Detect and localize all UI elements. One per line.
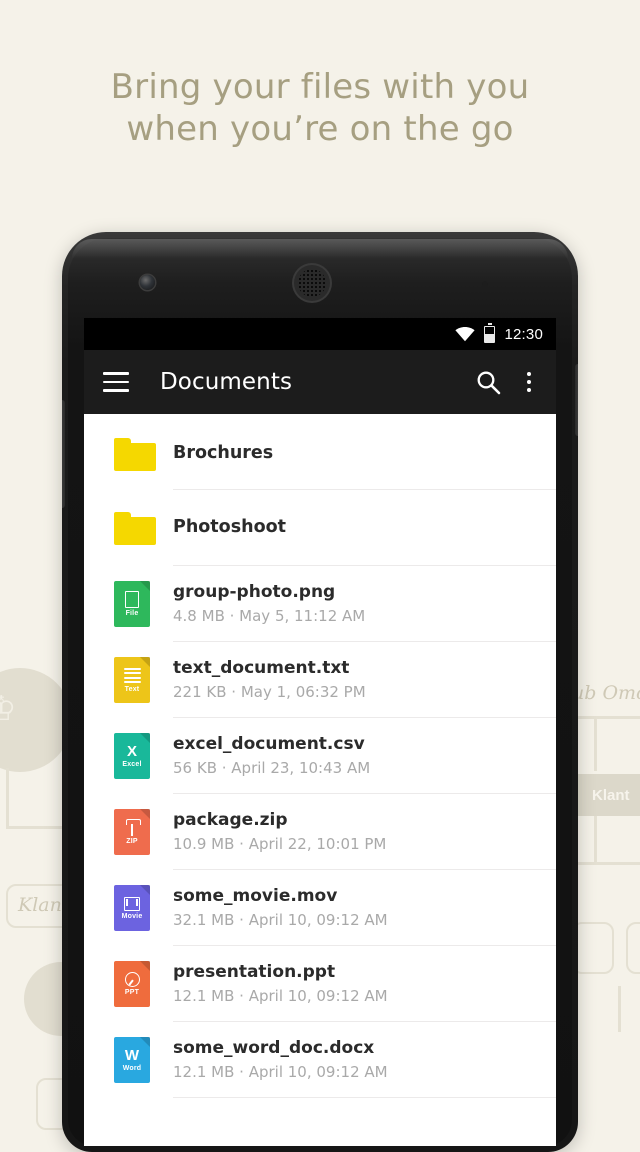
hamburger-menu-icon[interactable] bbox=[103, 372, 129, 392]
phone-bezel-highlight bbox=[72, 239, 568, 265]
list-item[interactable]: Photoshoot bbox=[84, 490, 556, 566]
list-item-text: group-photo.png 4.8 MB · May 5, 11:12 AM bbox=[173, 582, 556, 626]
watermark-connector-line bbox=[6, 826, 64, 829]
list-item-title: text_document.txt bbox=[173, 658, 350, 679]
file-icon-badge: Word bbox=[122, 1065, 142, 1072]
watermark-box bbox=[626, 922, 640, 974]
file-icon-badge: File bbox=[125, 610, 139, 617]
list-item-title: Brochures bbox=[173, 443, 274, 464]
app-bar: Documents bbox=[84, 350, 556, 414]
watermark-connector-line bbox=[6, 768, 9, 828]
excel-letter-glyph: X bbox=[126, 743, 137, 760]
list-item[interactable]: Movie some_movie.mov 32.1 MB · April 10,… bbox=[84, 870, 556, 946]
list-item-title: Photoshoot bbox=[173, 517, 286, 538]
headline-line-1: Bring your files with you bbox=[110, 67, 530, 107]
front-camera-icon bbox=[140, 275, 155, 290]
list-item-meta: 221 KB · May 1, 06:32 PM bbox=[173, 682, 366, 701]
file-icon-badge: ZIP bbox=[126, 838, 138, 845]
list-item[interactable]: ZIP package.zip 10.9 MB · April 22, 10:0… bbox=[84, 794, 556, 870]
list-item[interactable]: Brochures bbox=[84, 414, 556, 490]
list-item-title: some_movie.mov bbox=[173, 886, 338, 907]
list-item[interactable]: Text text_document.txt 221 KB · May 1, 0… bbox=[84, 642, 556, 718]
list-item-text: some_word_doc.docx 12.1 MB · April 10, 0… bbox=[173, 1038, 556, 1082]
proximity-sensor-icon bbox=[482, 281, 488, 287]
watermark-connector-line bbox=[594, 719, 597, 771]
watermark-label-box bbox=[574, 774, 640, 816]
file-movie-icon: Movie bbox=[100, 885, 173, 931]
list-item[interactable]: X Excel excel_document.csv 56 KB · April… bbox=[84, 718, 556, 794]
earpiece-speaker-icon bbox=[294, 265, 330, 301]
file-excel-icon: X Excel bbox=[100, 733, 173, 779]
power-button[interactable] bbox=[575, 364, 578, 436]
list-item-meta: 12.1 MB · April 10, 09:12 AM bbox=[173, 1062, 388, 1081]
file-png-icon: File bbox=[100, 581, 173, 627]
headline-line-2: when you’re on the go bbox=[126, 109, 514, 150]
page-title: Documents bbox=[160, 369, 293, 395]
crown-icon: ♔ bbox=[0, 690, 17, 728]
status-bar-clock: 12:30 bbox=[504, 325, 543, 343]
list-item-text: excel_document.csv 56 KB · April 23, 10:… bbox=[173, 734, 556, 778]
file-list: Brochures Photoshoot File group-photo.pn… bbox=[84, 414, 556, 1098]
watermark-script-text: ub Omo bbox=[572, 682, 640, 704]
pie-chart-glyph bbox=[124, 972, 140, 987]
document-glyph bbox=[125, 591, 139, 608]
list-item-meta: 12.1 MB · April 10, 09:12 AM bbox=[173, 986, 388, 1005]
file-icon-badge: Text bbox=[124, 685, 140, 693]
list-item-text: Photoshoot bbox=[173, 517, 556, 539]
file-ppt-icon: PPT bbox=[100, 961, 173, 1007]
folder-icon bbox=[100, 437, 173, 471]
list-item-title: package.zip bbox=[173, 810, 288, 831]
list-item-text: Brochures bbox=[173, 443, 556, 465]
file-icon-badge: Excel bbox=[122, 761, 142, 768]
phone-device-mockup: 12:30 Documents Brochures Photoshoot Fil… bbox=[62, 232, 578, 1152]
list-item-meta: 32.1 MB · April 10, 09:12 AM bbox=[173, 910, 388, 929]
phone-screen: 12:30 Documents Brochures Photoshoot Fil… bbox=[84, 318, 556, 1146]
list-item-title: group-photo.png bbox=[173, 582, 336, 603]
list-item-meta: 10.9 MB · April 22, 10:01 PM bbox=[173, 834, 387, 853]
overflow-menu-icon[interactable] bbox=[518, 370, 540, 394]
text-lines-glyph bbox=[123, 667, 141, 684]
list-item-title: excel_document.csv bbox=[173, 734, 365, 755]
film-strip-glyph bbox=[124, 896, 140, 911]
list-item[interactable]: W Word some_word_doc.docx 12.1 MB · Apri… bbox=[84, 1022, 556, 1098]
list-item-text: some_movie.mov 32.1 MB · April 10, 09:12… bbox=[173, 886, 556, 930]
list-item-title: presentation.ppt bbox=[173, 962, 336, 983]
list-item[interactable]: PPT presentation.ppt 12.1 MB · April 10,… bbox=[84, 946, 556, 1022]
volume-button[interactable] bbox=[62, 400, 65, 508]
file-zip-icon: ZIP bbox=[100, 809, 173, 855]
list-item-meta: 4.8 MB · May 5, 11:12 AM bbox=[173, 606, 366, 625]
list-item-meta: 56 KB · April 23, 10:43 AM bbox=[173, 758, 371, 777]
word-letter-glyph: W bbox=[124, 1047, 140, 1064]
list-item-text: package.zip 10.9 MB · April 22, 10:01 PM bbox=[173, 810, 556, 854]
list-item-text: text_document.txt 221 KB · May 1, 06:32 … bbox=[173, 658, 556, 702]
watermark-connector-line bbox=[594, 816, 597, 862]
file-icon-badge: PPT bbox=[124, 989, 140, 996]
search-icon[interactable] bbox=[476, 370, 501, 395]
file-txt-icon: Text bbox=[100, 657, 173, 703]
zipper-glyph bbox=[125, 819, 141, 836]
list-divider bbox=[173, 1097, 556, 1098]
list-item-title: some_word_doc.docx bbox=[173, 1038, 375, 1059]
status-bar: 12:30 bbox=[84, 318, 556, 350]
list-item-text: presentation.ppt 12.1 MB · April 10, 09:… bbox=[173, 962, 556, 1006]
watermark-connector-line bbox=[618, 986, 621, 1032]
battery-icon bbox=[484, 323, 496, 343]
file-icon-badge: Movie bbox=[121, 912, 143, 920]
folder-icon bbox=[100, 511, 173, 545]
file-word-icon: W Word bbox=[100, 1037, 173, 1083]
watermark-label-text: Klant bbox=[592, 787, 630, 804]
promo-headline: Bring your files with you when you’re on… bbox=[0, 66, 640, 150]
list-item[interactable]: File group-photo.png 4.8 MB · May 5, 11:… bbox=[84, 566, 556, 642]
watermark-box bbox=[572, 922, 614, 974]
wifi-icon bbox=[455, 326, 476, 341]
